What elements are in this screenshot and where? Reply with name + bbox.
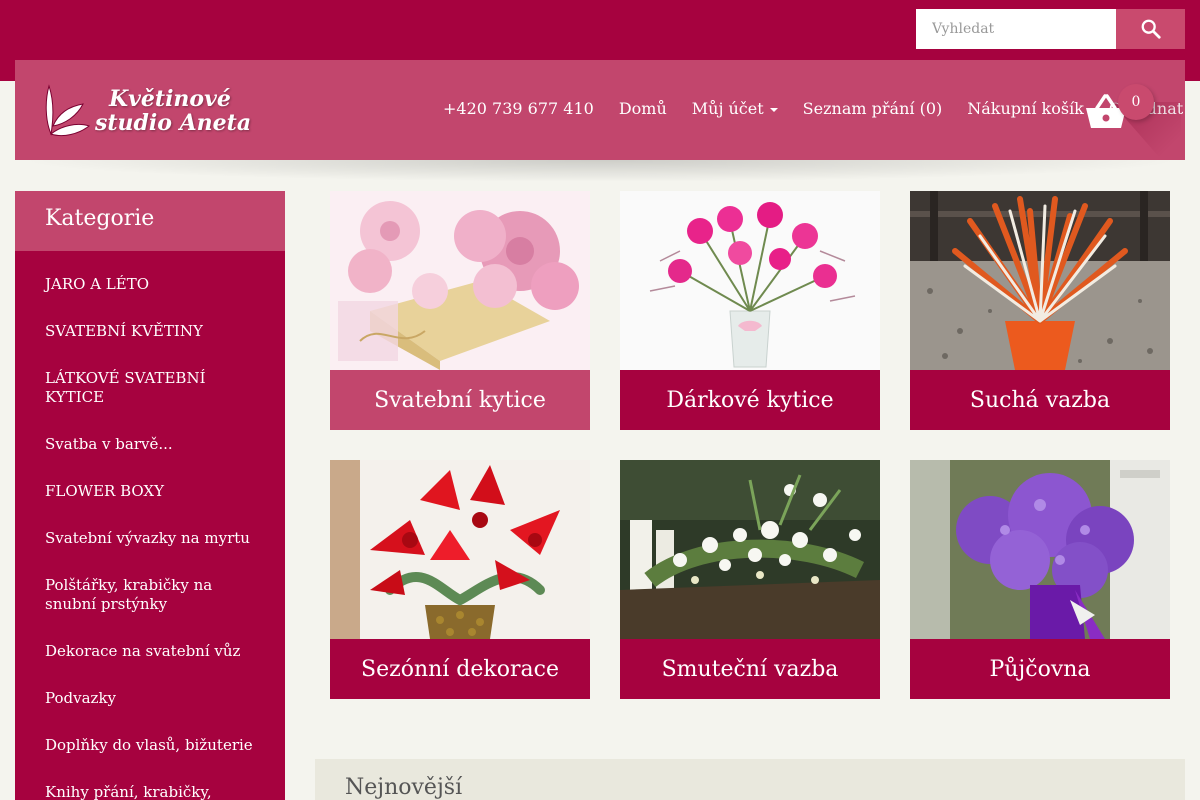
caret-down-icon <box>769 107 778 112</box>
nav-account[interactable]: Můj účet <box>692 99 778 118</box>
category-tile-dried-arrangements[interactable]: Suchá vazba <box>910 191 1170 430</box>
tile-caption: Dárkové kytice <box>620 370 880 430</box>
newest-products-section: Nejnovější <box>315 759 1185 800</box>
category-tile-gift-bouquets[interactable]: Dárkové kytice <box>620 191 880 430</box>
logo-text: Květinové studio Aneta <box>95 87 251 135</box>
main-nav: +420 739 677 410 Domů Můj účet Seznam př… <box>443 99 1183 118</box>
tile-caption: Smuteční vazba <box>620 639 880 699</box>
category-item[interactable]: SVATEBNÍ KVĚTINY <box>15 322 285 341</box>
category-tile-wedding-bouquets[interactable]: Svatební kytice <box>330 191 590 430</box>
search-form <box>916 9 1185 49</box>
category-tile-rental[interactable]: Půjčovna <box>910 460 1170 699</box>
tile-image <box>620 460 880 639</box>
category-list: JARO A LÉTO SVATEBNÍ KVĚTINY LÁTKOVÉ SVA… <box>15 251 285 800</box>
nav-cart[interactable]: Nákupní košík <box>967 99 1084 118</box>
tile-caption: Půjčovna <box>910 639 1170 699</box>
nav-phone[interactable]: +420 739 677 410 <box>443 99 594 118</box>
header-shadow <box>15 160 1185 182</box>
site-logo[interactable]: Květinové studio Aneta <box>43 78 258 144</box>
section-title: Nejnovější <box>345 775 463 800</box>
sidebar-title: Kategorie <box>15 191 285 251</box>
category-item[interactable]: Podvazky <box>15 689 285 708</box>
tile-image <box>910 460 1170 639</box>
category-item[interactable]: Dekorace na svatební vůz <box>15 642 285 661</box>
category-item[interactable]: Svatba v barvě... <box>15 435 285 454</box>
tile-image <box>910 191 1170 370</box>
tile-caption: Suchá vazba <box>910 370 1170 430</box>
nav-wishlist[interactable]: Seznam přání (0) <box>803 99 943 118</box>
category-sidebar: Kategorie JARO A LÉTO SVATEBNÍ KVĚTINY L… <box>15 191 285 800</box>
category-item[interactable]: Polštářky, krabičky na snubní prstýnky <box>15 576 285 614</box>
search-input[interactable] <box>916 9 1116 49</box>
category-item[interactable]: Doplňky do vlasů, bižuterie <box>15 736 285 755</box>
category-item[interactable]: JARO A LÉTO <box>15 275 285 294</box>
nav-home[interactable]: Domů <box>619 99 667 118</box>
flower-logo-icon <box>45 84 91 137</box>
cart-count-badge: 0 <box>1118 84 1154 120</box>
cart-widget[interactable]: 0 <box>1085 82 1181 182</box>
site-header: Květinové studio Aneta +420 739 677 410 … <box>15 60 1185 182</box>
nav-account-label: Můj účet <box>691 99 764 118</box>
tile-caption: Svatební kytice <box>330 370 590 430</box>
category-item[interactable]: Svatební vývazky na myrtu <box>15 529 285 548</box>
tile-image <box>620 191 880 370</box>
category-item[interactable]: Knihy přání, krabičky, jmenovky <box>15 783 285 800</box>
logo-line-2: studio Aneta <box>95 110 252 136</box>
tile-image <box>330 191 590 370</box>
tile-image <box>330 460 590 639</box>
category-tile-seasonal-decor[interactable]: Sezónní dekorace <box>330 460 590 699</box>
category-item[interactable]: LÁTKOVÉ SVATEBNÍ KYTICE <box>15 369 285 407</box>
search-button[interactable] <box>1116 9 1185 49</box>
category-tile-funeral-arrangements[interactable]: Smuteční vazba <box>620 460 880 699</box>
tile-caption: Sezónní dekorace <box>330 639 590 699</box>
category-item[interactable]: FLOWER BOXY <box>15 482 285 501</box>
search-icon <box>1141 19 1161 39</box>
logo-line-1: Květinové <box>109 86 231 112</box>
